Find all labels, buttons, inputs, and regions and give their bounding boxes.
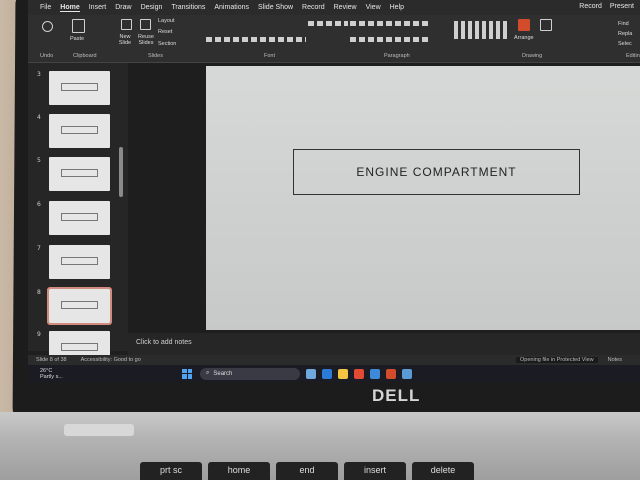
new-slide-icon[interactable] — [121, 19, 132, 30]
slide-thumbnail[interactable] — [49, 114, 110, 148]
search-icon: ⌕ — [206, 370, 210, 376]
replace-button[interactable]: Repla — [618, 31, 632, 37]
layout-button[interactable]: Layout — [158, 18, 175, 24]
present-button[interactable]: Present — [610, 3, 634, 10]
arrange-button[interactable]: Arrange — [514, 35, 534, 41]
key-end: end — [276, 462, 338, 480]
thumbnail-number: 4 — [37, 114, 41, 121]
current-slide[interactable]: ENGINE COMPARTMENT — [206, 66, 640, 330]
file-explorer-icon[interactable] — [306, 368, 316, 379]
group-paragraph-label: Paragraph — [384, 53, 410, 59]
list-controls[interactable] — [350, 21, 430, 26]
slide-thumbnail[interactable] — [49, 157, 110, 191]
select-button[interactable]: Selec — [618, 41, 632, 47]
align-controls[interactable] — [350, 37, 430, 42]
paste-icon[interactable] — [72, 19, 85, 33]
weather-widget[interactable]: 26°C Partly s... — [40, 368, 84, 380]
group-clipboard-label: Clipboard — [73, 53, 97, 59]
taskbar-search[interactable]: ⌕ Search — [200, 367, 300, 380]
paste-button[interactable]: Paste — [70, 36, 84, 42]
group-slides-label: Slides — [148, 53, 163, 59]
windows-start-icon[interactable] — [182, 368, 192, 379]
reset-button[interactable]: Reset — [158, 29, 172, 35]
tab-file[interactable]: File — [40, 4, 51, 11]
tab-home[interactable]: Home — [60, 4, 80, 12]
new-slide-button[interactable]: New Slide — [114, 34, 136, 46]
outlook-icon[interactable] — [370, 368, 380, 379]
search-label: Search — [213, 370, 233, 377]
thumbnail-row[interactable]: 5 — [28, 157, 128, 193]
powerpoint-icon[interactable] — [386, 368, 396, 379]
thumbnail-row[interactable]: 4 — [28, 114, 128, 150]
thumbnail-number: 9 — [37, 331, 41, 338]
thumbnail-number: 3 — [37, 71, 41, 78]
slide-thumbnail[interactable] — [49, 71, 110, 105]
tab-view[interactable]: View — [366, 4, 381, 11]
arrange-icon[interactable] — [518, 19, 530, 31]
tab-animations[interactable]: Animations — [214, 4, 249, 11]
group-font-label: Font — [264, 53, 276, 59]
slide-thumbnail-selected[interactable] — [47, 287, 112, 325]
thumbnail-number: 5 — [37, 157, 41, 164]
folder-icon[interactable] — [338, 368, 348, 379]
tab-transitions[interactable]: Transitions — [171, 4, 205, 11]
group-drawing-label: Drawing — [522, 53, 543, 59]
edge-icon[interactable] — [322, 368, 332, 379]
tab-record[interactable]: Record — [302, 4, 325, 11]
thumbnail-scrollbar[interactable] — [119, 147, 123, 197]
font-controls[interactable] — [206, 37, 306, 42]
key-delete: delete — [412, 462, 474, 480]
notes-pane[interactable]: Click to add notes — [128, 333, 640, 355]
dell-logo: DELL — [372, 386, 421, 405]
thumbnail-row[interactable]: 3 — [28, 71, 128, 107]
tab-review[interactable]: Review — [334, 4, 357, 11]
notes-toggle[interactable]: Notes — [608, 357, 622, 363]
reuse-slides-button[interactable]: Reuse Slides — [136, 34, 156, 46]
shapes-gallery[interactable] — [454, 21, 510, 39]
group-undo-label: Undo — [40, 53, 54, 59]
key-insert: insert — [344, 462, 406, 480]
photo-scene: File Home Insert Draw Design Transitions… — [0, 0, 640, 480]
ribbon-tab-bar: File Home Insert Draw Design Transitions… — [28, 0, 640, 15]
windows-taskbar: 26°C Partly s... ⌕ Search — [28, 365, 640, 382]
status-bar: Slide 8 of 38 Accessibility: Good to go … — [28, 355, 640, 365]
tab-design[interactable]: Design — [141, 4, 163, 11]
key-prt-sc: prt sc — [140, 462, 202, 480]
ribbon-home: Undo Paste Clipboard New Slide Reuse Sli… — [28, 15, 640, 63]
key-home: home — [208, 462, 270, 480]
app-icon[interactable] — [402, 368, 412, 379]
slide-title-textbox[interactable]: ENGINE COMPARTMENT — [293, 149, 580, 195]
keyboard-row: prt sc home end insert delete — [140, 462, 474, 480]
slide-count: Slide 8 of 38 — [36, 357, 67, 363]
tab-draw[interactable]: Draw — [115, 4, 131, 11]
quick-styles-icon[interactable] — [540, 19, 552, 31]
slide-thumbnail[interactable] — [49, 245, 110, 279]
laptop-screen: File Home Insert Draw Design Transitions… — [28, 0, 640, 382]
find-button[interactable]: Find — [618, 21, 629, 27]
font-size-controls[interactable] — [308, 21, 348, 26]
thumbnail-number: 8 — [37, 289, 41, 296]
reuse-slides-icon[interactable] — [140, 19, 151, 30]
accessibility-status[interactable]: Accessibility: Good to go — [81, 357, 141, 363]
record-button[interactable]: Record — [579, 3, 602, 10]
tab-slide-show[interactable]: Slide Show — [258, 4, 293, 11]
tab-insert[interactable]: Insert — [89, 4, 107, 11]
thumbnail-row[interactable]: 7 — [28, 245, 128, 281]
group-editing-label: Editin — [626, 53, 640, 59]
weather-condition: Partly s... — [40, 373, 63, 380]
laptop-hinge — [64, 424, 134, 436]
undo-icon[interactable] — [42, 21, 53, 32]
thumbnail-number: 6 — [37, 201, 41, 208]
chrome-icon[interactable] — [354, 368, 364, 379]
protected-view-toast: Opening file in Protected View — [516, 357, 598, 363]
thumbnail-row[interactable]: 8 — [28, 287, 128, 325]
thumbnail-row[interactable]: 6 — [28, 201, 128, 237]
thumbnail-number: 7 — [37, 245, 41, 252]
slide-thumbnail-panel: 3 4 5 6 7 8 9 — [28, 63, 128, 365]
tab-help[interactable]: Help — [390, 4, 404, 11]
slide-thumbnail[interactable] — [49, 201, 110, 235]
section-button[interactable]: Section — [158, 41, 176, 47]
